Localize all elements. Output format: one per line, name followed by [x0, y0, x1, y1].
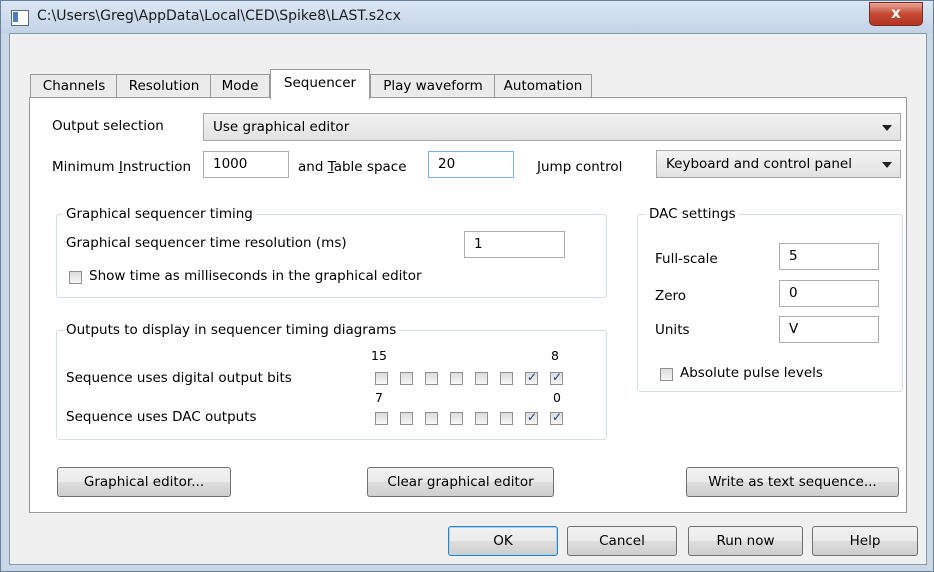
ok-button[interactable]: OK — [448, 526, 558, 556]
close-button[interactable]: x — [869, 2, 923, 26]
table-space-input[interactable]: 20 — [428, 151, 514, 178]
dac-output-5-checkbox[interactable] — [425, 412, 438, 425]
digital-bit-11-checkbox[interactable] — [475, 372, 488, 385]
digital-bits-label: Sequence uses digital output bits — [66, 370, 292, 386]
absolute-pulse-checkbox[interactable] — [660, 368, 673, 381]
help-button[interactable]: Help — [812, 526, 918, 556]
title-bar[interactable]: C:\Users\Greg\AppData\Local\CED\Spike8\L… — [1, 1, 933, 33]
digital-bit-8-checkbox[interactable] — [550, 370, 563, 385]
output-selection-dropdown[interactable]: Use graphical editor — [203, 113, 901, 141]
run-now-button[interactable]: Run now — [688, 526, 803, 556]
show-ms-label: Show time as milliseconds in the graphic… — [89, 268, 422, 284]
dac-output-3-checkbox[interactable] — [475, 412, 488, 425]
digital-bit-low-label: 8 — [551, 348, 559, 363]
output-selection-value: Use graphical editor — [213, 119, 350, 135]
digital-bit-14-checkbox[interactable] — [400, 372, 413, 385]
units-label: Units — [655, 322, 690, 338]
dac-output-7-checkbox[interactable] — [375, 412, 388, 425]
dac-output-0-checkbox[interactable] — [550, 410, 563, 425]
digital-bit-15-checkbox[interactable] — [375, 372, 388, 385]
tab-play-waveform[interactable]: Play waveform — [370, 74, 496, 98]
graphical-editor-button[interactable]: Graphical editor... — [57, 467, 231, 497]
digital-bit-high-label: 15 — [371, 348, 387, 363]
minimum-instruction-label: Minimum Instruction — [52, 159, 192, 175]
absolute-pulse-label: Absolute pulse levels — [680, 365, 823, 381]
tab-resolution[interactable]: Resolution — [116, 74, 212, 98]
digital-bit-10-checkbox[interactable] — [500, 372, 513, 385]
dac-output-2-checkbox[interactable] — [500, 412, 513, 425]
time-resolution-label: Graphical sequencer time resolution (ms) — [66, 235, 347, 251]
cancel-button[interactable]: Cancel — [567, 526, 677, 556]
write-text-sequence-button[interactable]: Write as text sequence... — [686, 467, 899, 497]
zero-label: Zero — [655, 288, 687, 304]
dac-settings-title: DAC settings — [646, 206, 739, 222]
zero-input[interactable]: 0 — [779, 280, 879, 307]
tab-mode[interactable]: Mode — [210, 74, 270, 98]
time-resolution-input[interactable]: 1 — [464, 231, 565, 258]
clear-graphical-editor-button[interactable]: Clear graphical editor — [367, 467, 554, 497]
timing-group-title: Graphical sequencer timing — [63, 206, 256, 222]
digital-bit-13-checkbox[interactable] — [425, 372, 438, 385]
minimum-instruction-input[interactable]: 1000 — [203, 151, 289, 178]
fullscale-input[interactable]: 5 — [779, 243, 879, 270]
tab-sequencer[interactable]: Sequencer — [270, 69, 370, 99]
chevron-down-icon — [882, 162, 892, 168]
jump-control-dropdown[interactable]: Keyboard and control panel — [656, 150, 901, 178]
chevron-down-icon — [882, 125, 892, 131]
tab-automation[interactable]: Automation — [494, 74, 592, 98]
outputs-group-title: Outputs to display in sequencer timing d… — [63, 322, 400, 338]
dac-output-6-checkbox[interactable] — [400, 412, 413, 425]
output-selection-label: Output selection — [52, 118, 164, 134]
digital-bit-12-checkbox[interactable] — [450, 372, 463, 385]
dac-output-1-checkbox[interactable] — [525, 410, 538, 425]
dac-output-4-checkbox[interactable] — [450, 412, 463, 425]
digital-bit-9-checkbox[interactable] — [525, 370, 538, 385]
tab-channels[interactable]: Channels — [30, 74, 118, 98]
table-space-label: and Table space — [298, 159, 407, 175]
app-icon — [11, 10, 29, 26]
dac-outputs-label: Sequence uses DAC outputs — [66, 409, 257, 425]
window-title: C:\Users\Greg\AppData\Local\CED\Spike8\L… — [37, 8, 401, 24]
show-ms-checkbox[interactable] — [69, 271, 82, 284]
dac-bit-high-label: 7 — [375, 390, 383, 405]
jump-control-value: Keyboard and control panel — [666, 156, 852, 172]
fullscale-label: Full-scale — [655, 251, 718, 267]
dac-bit-low-label: 0 — [553, 390, 561, 405]
jump-control-label: Jump control — [537, 159, 623, 175]
units-input[interactable]: V — [779, 316, 879, 343]
